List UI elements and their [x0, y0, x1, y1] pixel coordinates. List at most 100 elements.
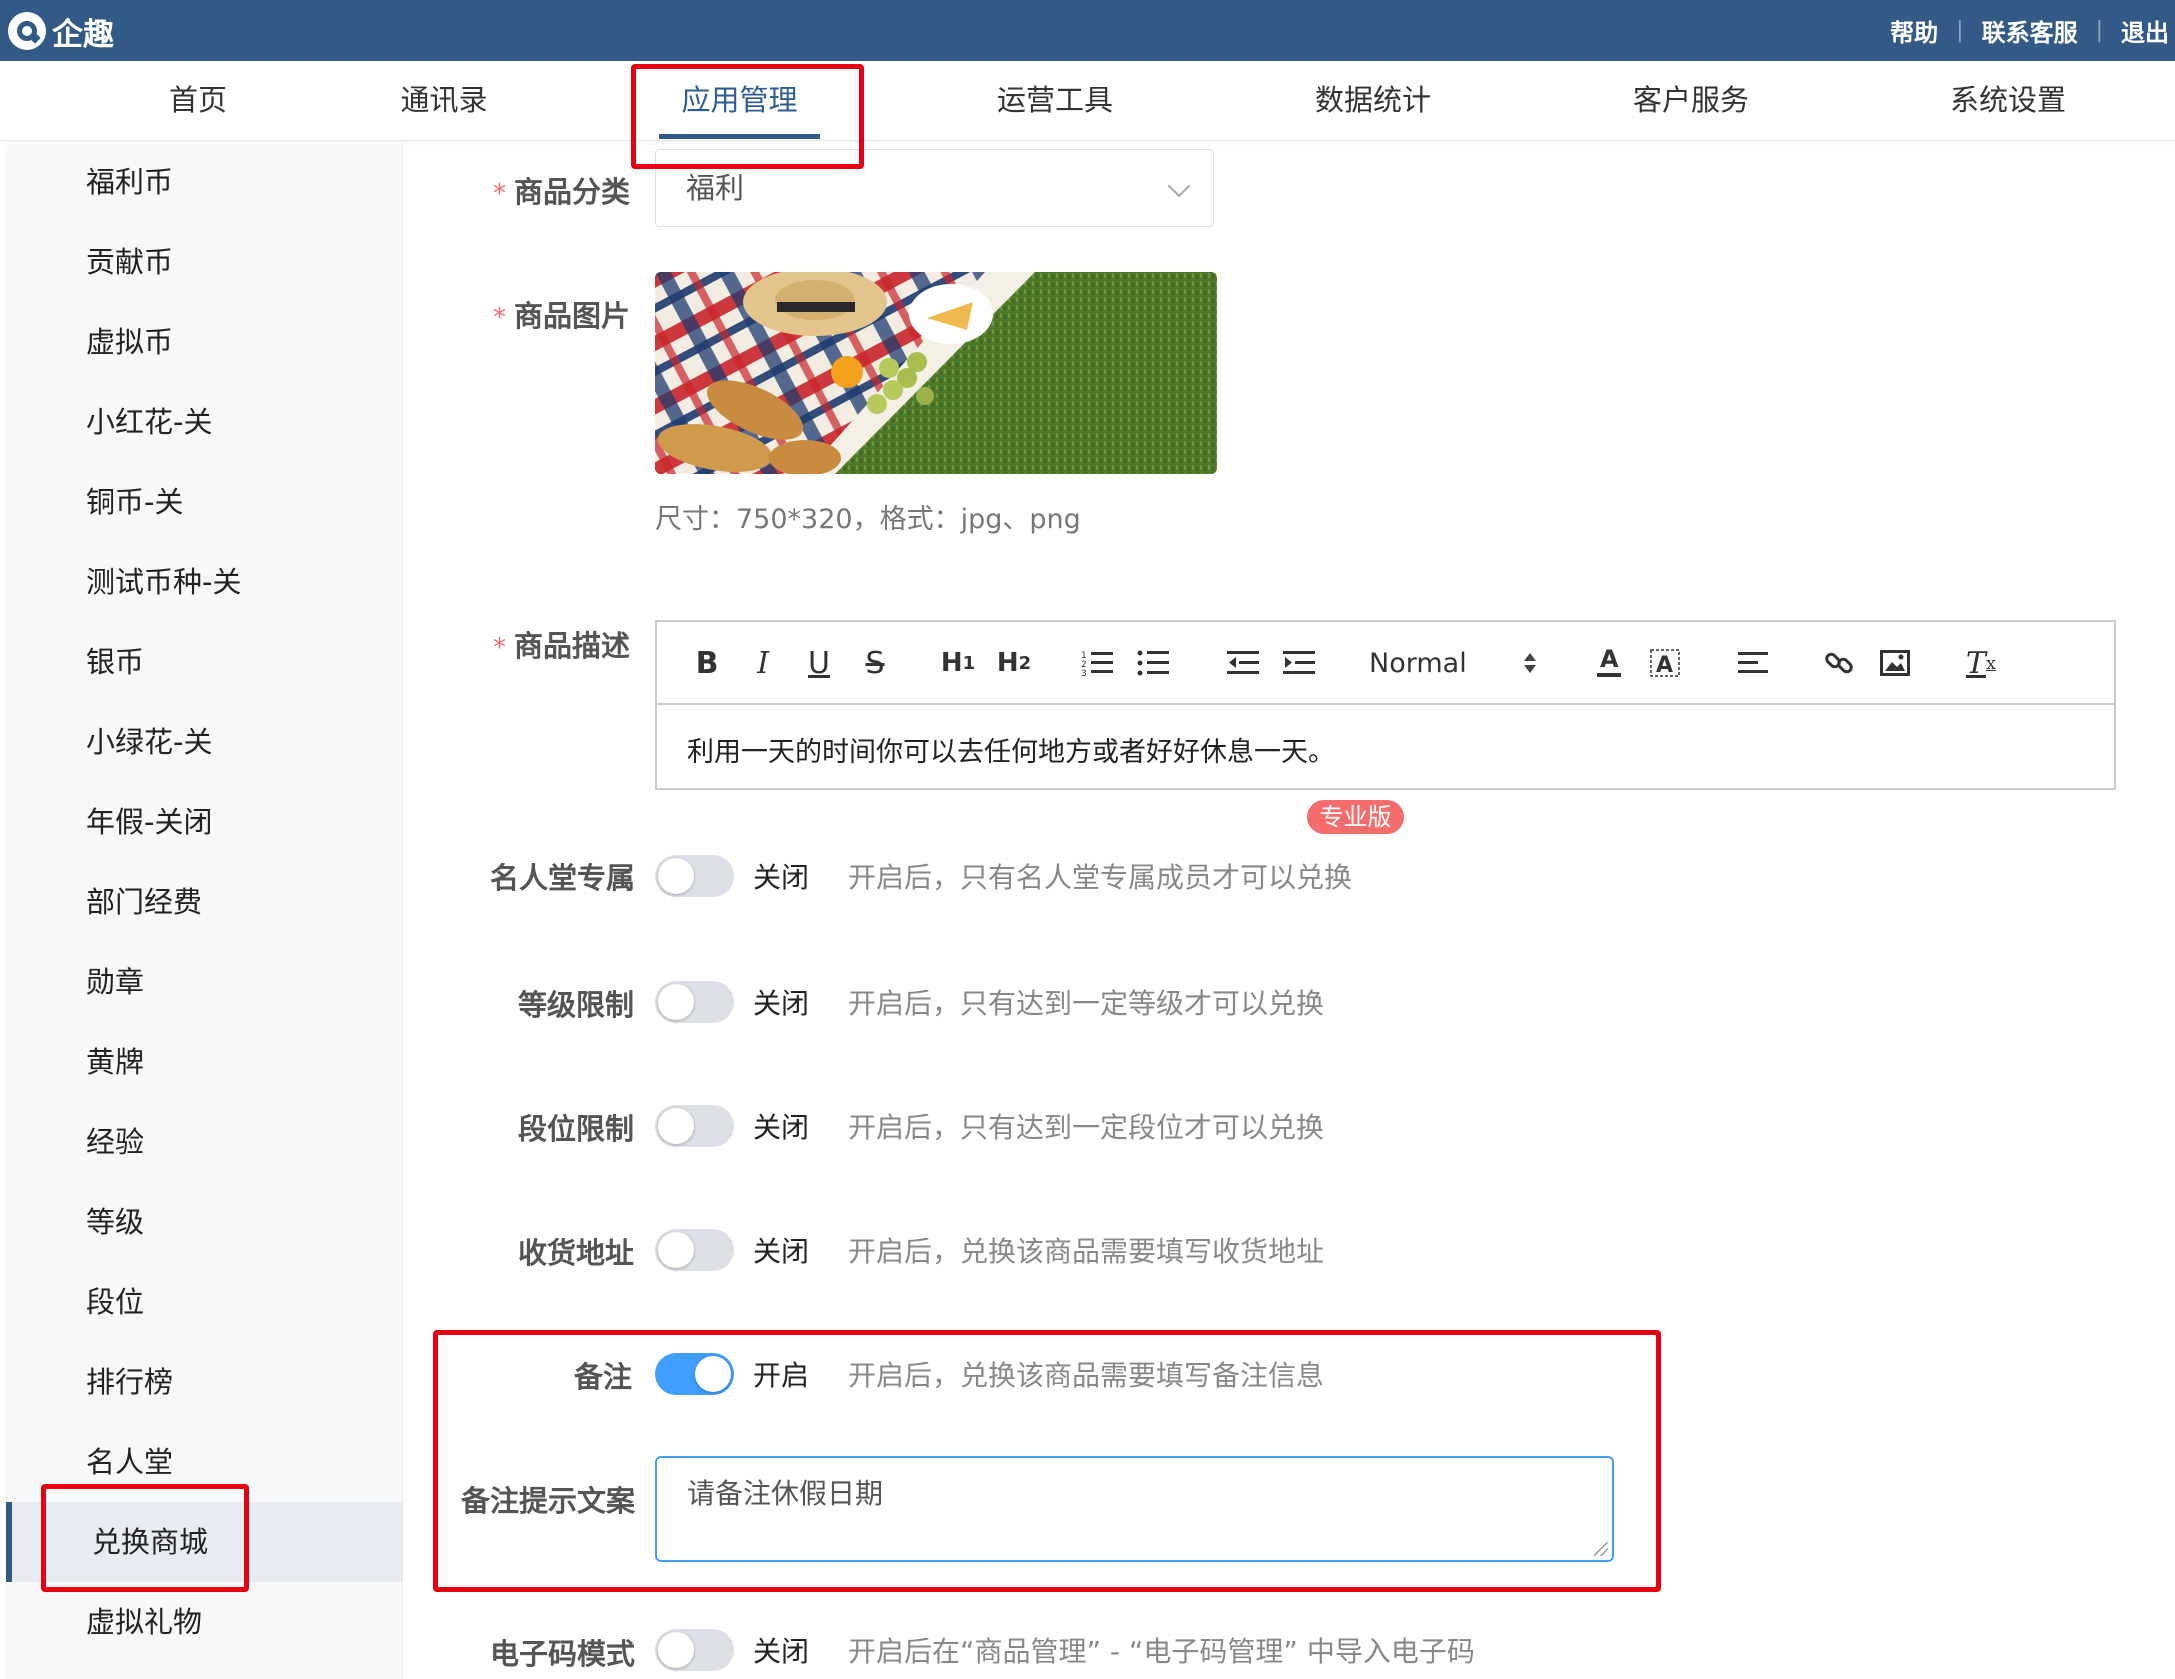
sidebar-item-leaderboard[interactable]: 排行榜	[6, 1342, 403, 1422]
sidebar-item-yellow-card[interactable]: 黄牌	[6, 1022, 403, 1102]
bold-icon[interactable]: B	[687, 642, 727, 684]
chevron-down-icon	[1167, 174, 1191, 198]
ecode-desc: 开启后在“商品管理” - “电子码管理” 中导入电子码	[848, 1635, 1475, 1668]
sidebar-item-medal[interactable]: 勋章	[6, 942, 403, 1022]
pro-edition-badge: 专业版	[1307, 800, 1404, 834]
remark-desc: 开启后，兑换该商品需要填写备注信息	[848, 1359, 1325, 1392]
required-mark: *	[493, 633, 506, 663]
level-limit-desc: 开启后，只有达到一定等级才可以兑换	[848, 987, 1325, 1020]
required-mark: *	[493, 179, 506, 209]
hall-of-fame-switch[interactable]	[655, 855, 734, 897]
sidebar-item-silver-coin[interactable]: 银币	[6, 622, 403, 702]
svg-text:3: 3	[1081, 669, 1087, 677]
remark-prompt-textarea[interactable]: 请备注休假日期	[655, 1456, 1614, 1562]
image-label: * 商品图片	[493, 299, 631, 333]
svg-text:A: A	[1656, 653, 1673, 678]
rank-limit-label: 段位限制	[518, 1112, 635, 1146]
level-limit-switch[interactable]	[655, 981, 734, 1023]
switch-knob	[658, 1632, 694, 1668]
sidebar-item-welfare-coin[interactable]: 福利币	[6, 142, 403, 222]
nav-item-customer-service[interactable]: 客户服务	[1626, 61, 1756, 141]
nav-item-contacts[interactable]: 通讯录	[394, 61, 494, 141]
picnic-photo	[655, 272, 1217, 474]
app-name: 企趣	[52, 16, 114, 53]
h2-icon[interactable]: H2	[991, 642, 1037, 684]
select-updown-icon	[1515, 642, 1545, 684]
sidebar-item-dept-budget[interactable]: 部门经费	[6, 862, 403, 942]
rich-text-editor[interactable]: B I U S H1 H2 123 Normal A A T x 利用一天的时间…	[655, 620, 2116, 790]
image-icon[interactable]	[1875, 642, 1915, 684]
svg-text:A: A	[1600, 647, 1619, 673]
hall-of-fame-state: 关闭	[753, 861, 810, 894]
rank-limit-desc: 开启后，只有达到一定段位才可以兑换	[848, 1111, 1325, 1144]
divider: |	[1956, 18, 1964, 43]
nav-item-app-management[interactable]: 应用管理	[659, 61, 820, 141]
font-color-icon[interactable]: A	[1589, 642, 1629, 684]
strikethrough-icon[interactable]: S	[855, 642, 895, 684]
ecode-switch[interactable]	[655, 1629, 734, 1671]
switch-knob	[658, 1108, 694, 1144]
app-logo[interactable]: 企趣	[8, 10, 114, 53]
nav-item-system-settings[interactable]: 系统设置	[1943, 61, 2073, 141]
editor-toolbar: B I U S H1 H2 123 Normal A A T x	[657, 622, 2114, 705]
sidebar-item-hall-of-fame[interactable]: 名人堂	[6, 1422, 403, 1502]
switch-knob	[658, 984, 694, 1020]
sidebar-item-rank[interactable]: 段位	[6, 1262, 403, 1342]
outdent-icon[interactable]	[1223, 642, 1263, 684]
nav-item-operation-tools[interactable]: 运营工具	[990, 61, 1120, 141]
sidebar-item-virtual-coin[interactable]: 虚拟币	[6, 302, 403, 382]
link-icon[interactable]	[1819, 642, 1859, 684]
remark-label: 备注	[574, 1360, 633, 1394]
background-color-icon[interactable]: A	[1645, 642, 1685, 684]
logout-link[interactable]: 退出	[2121, 13, 2169, 48]
sidebar-item-red-flower[interactable]: 小红花-关	[6, 382, 403, 462]
contact-service-link[interactable]: 联系客服	[1982, 13, 2078, 48]
h1-icon[interactable]: H1	[935, 642, 981, 684]
switch-knob	[658, 1232, 694, 1268]
help-link[interactable]: 帮助	[1890, 13, 1938, 48]
remark-switch[interactable]	[655, 1353, 734, 1395]
sidebar-item-test-currency[interactable]: 测试币种-关	[6, 542, 403, 622]
sidebar-item-green-flower[interactable]: 小绿花-关	[6, 702, 403, 782]
address-state: 关闭	[753, 1235, 810, 1268]
sidebar-item-exchange-mall[interactable]: 兑换商城	[6, 1502, 403, 1582]
switch-knob	[695, 1356, 731, 1392]
heading-select[interactable]: Normal	[1369, 642, 1529, 684]
sidebar-item-level[interactable]: 等级	[6, 1182, 403, 1262]
indent-icon[interactable]	[1279, 642, 1319, 684]
remark-state: 开启	[753, 1359, 810, 1392]
underline-icon[interactable]: U	[799, 642, 839, 684]
logo-icon	[8, 12, 46, 50]
ecode-label: 电子码模式	[490, 1637, 636, 1671]
nav-item-home[interactable]: 首页	[148, 61, 248, 141]
align-icon[interactable]	[1733, 642, 1773, 684]
resize-handle-icon[interactable]	[1594, 1542, 1608, 1556]
nav-item-data-statistics[interactable]: 数据统计	[1308, 61, 1438, 141]
italic-icon[interactable]: I	[743, 642, 783, 684]
editor-content[interactable]: 利用一天的时间你可以去任何地方或者好好休息一天。	[687, 730, 1335, 769]
ordered-list-icon[interactable]: 123	[1077, 642, 1117, 684]
product-image[interactable]	[655, 272, 1217, 474]
hall-of-fame-desc: 开启后，只有名人堂专属成员才可以兑换	[848, 861, 1353, 894]
hall-of-fame-label: 名人堂专属	[490, 861, 636, 895]
level-limit-state: 关闭	[753, 987, 810, 1020]
category-select[interactable]: 福利	[655, 149, 1214, 227]
top-links: 帮助 | 联系客服 | 退出	[1890, 0, 2169, 61]
main-nav: 首页 通讯录 应用管理 运营工具 数据统计 客户服务 系统设置	[0, 61, 2175, 141]
top-bar: 企趣 帮助 | 联系客服 | 退出	[0, 0, 2175, 61]
category-label: * 商品分类	[493, 175, 631, 209]
address-switch[interactable]	[655, 1229, 734, 1271]
clear-format-icon[interactable]: Tx	[1961, 642, 2001, 684]
sidebar-item-experience[interactable]: 经验	[6, 1102, 403, 1182]
sidebar-item-copper-coin[interactable]: 铜币-关	[6, 462, 403, 542]
heading-select-value: Normal	[1369, 647, 1467, 679]
remark-prompt-label: 备注提示文案	[461, 1484, 636, 1518]
rank-limit-switch[interactable]	[655, 1105, 734, 1147]
sidebar-item-annual-leave[interactable]: 年假-关闭	[6, 782, 403, 862]
remark-prompt-value: 请备注休假日期	[687, 1477, 884, 1510]
required-mark: *	[493, 303, 506, 333]
bullet-list-icon[interactable]	[1133, 642, 1173, 684]
sidebar-item-virtual-gift[interactable]: 虚拟礼物	[6, 1582, 403, 1662]
description-label: * 商品描述	[493, 629, 631, 663]
sidebar-item-contribution-coin[interactable]: 贡献币	[6, 222, 403, 302]
